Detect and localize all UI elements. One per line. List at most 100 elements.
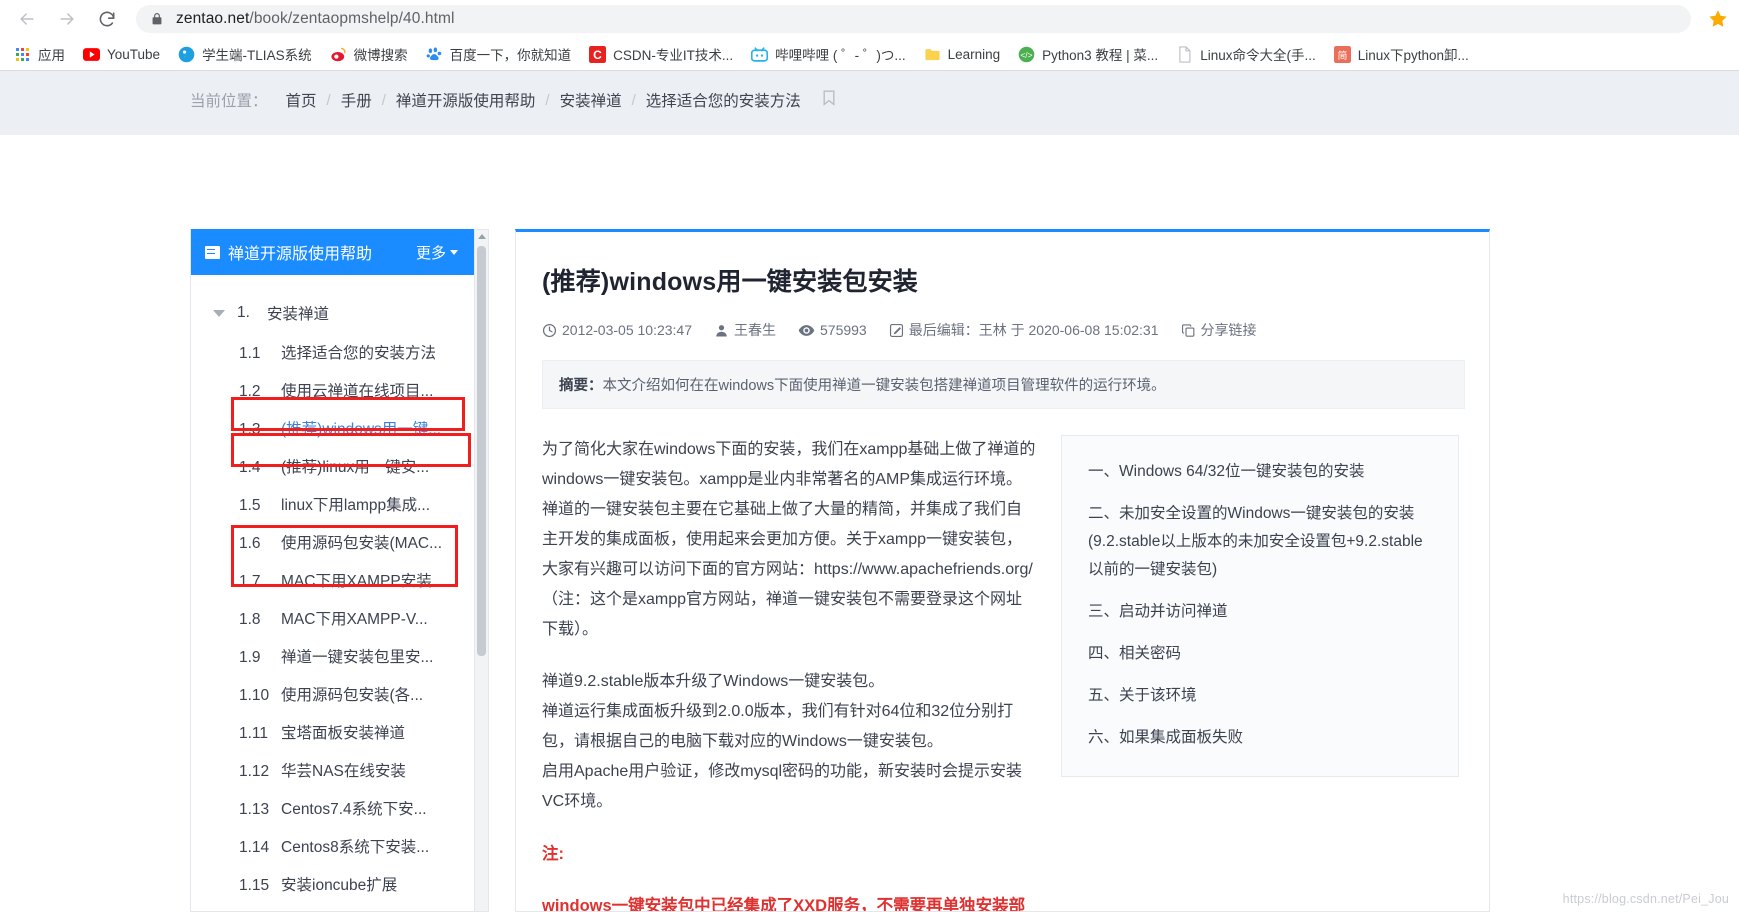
toc-item-1-7[interactable]: 1.7 MAC下用XAMPP安装..	[191, 561, 474, 599]
breadcrumb-item-current[interactable]: 选择适合您的安装方法	[636, 89, 811, 111]
toc-item-number: 1.5	[239, 497, 261, 514]
bookmark-label: 学生端-TLIAS系统	[202, 48, 312, 63]
toc-item-1-12[interactable]: 1.12 华芸NAS在线安装	[191, 751, 474, 789]
toc-item-label: 选择适合您的安装方法	[281, 345, 437, 362]
toc-item-1-1[interactable]: 1.1 选择适合您的安装方法	[191, 333, 474, 371]
last-edit-text: 最后编辑：王林 于 2020-06-08 15:02:31	[908, 322, 1159, 338]
bookmark-flag-icon[interactable]	[823, 90, 835, 110]
bookmark-star-icon[interactable]	[1707, 8, 1729, 30]
toc-item-1-8[interactable]: 1.8 MAC下用XAMPP-V...	[191, 599, 474, 637]
browser-toolbar: zentao.net/book/zentaopmshelp/40.html	[0, 0, 1739, 38]
reload-icon[interactable]	[90, 2, 124, 36]
meta-last-edit: 最后编辑：王林 于 2020-06-08 15:02:31	[889, 320, 1159, 340]
bookmark-apps[interactable]: 应用	[6, 41, 73, 67]
toc-item-1-9[interactable]: 1.9 禅道一键安装包里安...	[191, 637, 474, 675]
chevron-down-icon	[450, 249, 458, 255]
article-body: 为了简化大家在windows下面的安装，我们在xampp基础上做了禅道的wind…	[542, 435, 1037, 912]
table-of-contents: 1. 安装禅道 1.1 选择适合您的安装方法 1.2 使用云禅道在线项目... 1.…	[191, 275, 474, 912]
weibo-icon	[330, 46, 347, 63]
bookmark-tlias[interactable]: 学生端-TLIAS系统	[170, 41, 320, 67]
svg-text:C: C	[593, 47, 602, 61]
url-text: zentao.net/book/zentaopmshelp/40.html	[176, 10, 455, 28]
toc-item-1-6[interactable]: 1.6 使用源码包安装(MAC...	[191, 523, 474, 561]
toc-item-label: MAC下用XAMPP-V...	[281, 611, 428, 628]
toc-item-label: 宝塔面板安装禅道	[281, 725, 406, 742]
article-note-text: windows一键安装包中已经集成了XXD服务，不需要再单独安装部署XXD。	[542, 897, 1026, 912]
toc-section-1[interactable]: 1. 安装禅道	[191, 293, 474, 333]
toc-item-label: 华芸NAS在线安装	[281, 763, 406, 780]
bookmark-runoob[interactable]: </> Python3 教程 | 菜...	[1010, 41, 1166, 67]
sidebar-header: 禅道开源版使用帮助 更多	[191, 229, 474, 275]
bookmark-csdn[interactable]: C CSDN-专业IT技术...	[581, 41, 741, 67]
toc-item-1-11[interactable]: 1.11 宝塔面板安装禅道	[191, 713, 474, 751]
inline-toc-item[interactable]: 六、如果集成面板失败	[1088, 724, 1432, 752]
toc-item-1-3[interactable]: 1.3 (推荐)windows用一键...	[191, 409, 474, 447]
toc-item-label: 使用云禅道在线项目...	[281, 383, 434, 400]
toc-item-label: linux下用lampp集成...	[281, 497, 431, 514]
sidebar-more-button[interactable]: 更多	[416, 242, 458, 263]
sidebar-scrollbar[interactable]	[475, 229, 489, 912]
toc-item-1-14[interactable]: 1.14 Centos8系统下安装...	[191, 827, 474, 865]
bookmark-baidu[interactable]: 百度一下，你就知道	[418, 41, 580, 67]
article-note-label: 注:	[542, 845, 564, 863]
article-paragraph-1: 为了简化大家在windows下面的安装，我们在xampp基础上做了禅道的wind…	[542, 441, 1036, 638]
toc-item-1-5[interactable]: 1.5 linux下用lampp集成...	[191, 485, 474, 523]
scrollbar-thumb[interactable]	[477, 246, 486, 656]
toc-item-label: 使用源码包安装(各...	[281, 687, 424, 704]
page-title: (推荐)windows用一键安装包安装	[542, 268, 919, 296]
inline-toc-item[interactable]: 二、未加安全设置的Windows一键安装包的安装 (9.2.stable以上版本…	[1088, 500, 1432, 584]
summary-text: 本文介绍如何在在windows下面使用禅道一键安装包搭建禅道项目管理软件的运行环…	[602, 378, 1166, 394]
bookmark-bilibili[interactable]: 哔哩哔哩 ( ゜- ゜)つ...	[743, 41, 914, 67]
meta-views: 575993	[798, 322, 867, 338]
meta-author: 王春生	[714, 320, 776, 340]
inline-toc-item[interactable]: 一、Windows 64/32位一键安装包的安装	[1088, 458, 1432, 486]
toc-section-number: 1.	[237, 304, 250, 321]
article-inline-toc: 一、Windows 64/32位一键安装包的安装 二、未加安全设置的Window…	[1061, 435, 1459, 777]
bookmark-label: 哔哩哔哩 ( ゜- ゜)つ...	[775, 48, 906, 63]
article-panel: (推荐)windows用一键安装包安装 2012-03-05 10:23:47 …	[515, 229, 1490, 912]
bookmark-weibo[interactable]: 微博搜索	[322, 41, 416, 67]
bookmark-youtube[interactable]: YouTube	[75, 43, 168, 66]
breadcrumb-item-home[interactable]: 首页	[276, 89, 327, 111]
toc-item-1-4[interactable]: 1.4 (推荐)linux用一键安...	[191, 447, 474, 485]
address-bar[interactable]: zentao.net/book/zentaopmshelp/40.html	[136, 5, 1691, 33]
inline-toc-item[interactable]: 三、启动并访问禅道	[1088, 598, 1432, 626]
back-arrow-icon[interactable]	[10, 2, 44, 36]
toc-item-1-13[interactable]: 1.13 Centos7.4系统下安...	[191, 789, 474, 827]
toc-item-number: 1.15	[239, 877, 270, 894]
bookmark-jianshu[interactable]: 简 Linux下python卸...	[1326, 41, 1477, 67]
toc-item-number: 1.13	[239, 801, 270, 818]
copy-link-icon	[1181, 323, 1196, 338]
toc-item-1-10[interactable]: 1.10 使用源码包安装(各...	[191, 675, 474, 713]
share-link-label: 分享链接	[1200, 322, 1257, 338]
browser-chrome: zentao.net/book/zentaopmshelp/40.html 应用…	[0, 0, 1739, 71]
baidu-icon	[426, 46, 443, 63]
toc-item-1-2[interactable]: 1.2 使用云禅道在线项目...	[191, 371, 474, 409]
bookmark-linux-commands[interactable]: Linux命令大全(手...	[1168, 41, 1324, 67]
toc-item-number: 1.2	[239, 383, 261, 400]
author-name: 王春生	[734, 322, 776, 338]
toc-item-1-15[interactable]: 1.15 安装ioncube扩展	[191, 865, 474, 903]
watermark: https://blog.csdn.net/Pei_Jou	[1562, 892, 1729, 906]
forward-arrow-icon[interactable]	[50, 2, 84, 36]
toc-item-number: 1.4	[239, 459, 261, 476]
breadcrumb-item-install[interactable]: 安装禅道	[550, 89, 632, 111]
breadcrumb-item-help[interactable]: 禅道开源版使用帮助	[386, 89, 546, 111]
toc-section-label: 安装禅道	[267, 306, 330, 323]
toc-item-number: 1.11	[239, 725, 269, 742]
scroll-up-arrow-icon[interactable]	[478, 234, 486, 239]
share-link-button[interactable]: 分享链接	[1181, 320, 1257, 340]
toc-item-number: 1.9	[239, 649, 261, 666]
bookmark-label: CSDN-专业IT技术...	[613, 48, 734, 63]
bookmark-label: 百度一下，你就知道	[449, 48, 572, 63]
breadcrumb-item-manual[interactable]: 手册	[331, 89, 382, 111]
inline-toc-item[interactable]: 四、相关密码	[1088, 640, 1432, 668]
triangle-down-icon[interactable]	[213, 309, 225, 317]
sidebar-title: 禅道开源版使用帮助	[228, 246, 373, 263]
article-paragraph-2: 禅道9.2.stable版本升级了Windows一键安装包。 禅道运行集成面板升…	[542, 673, 1023, 810]
apps-grid-icon	[14, 46, 31, 63]
bookmark-learning-folder[interactable]: Learning	[916, 43, 1009, 66]
youtube-icon	[83, 46, 100, 63]
toc-item-label: (推荐)windows用一键...	[281, 421, 442, 438]
inline-toc-item[interactable]: 五、关于该环境	[1088, 682, 1432, 710]
